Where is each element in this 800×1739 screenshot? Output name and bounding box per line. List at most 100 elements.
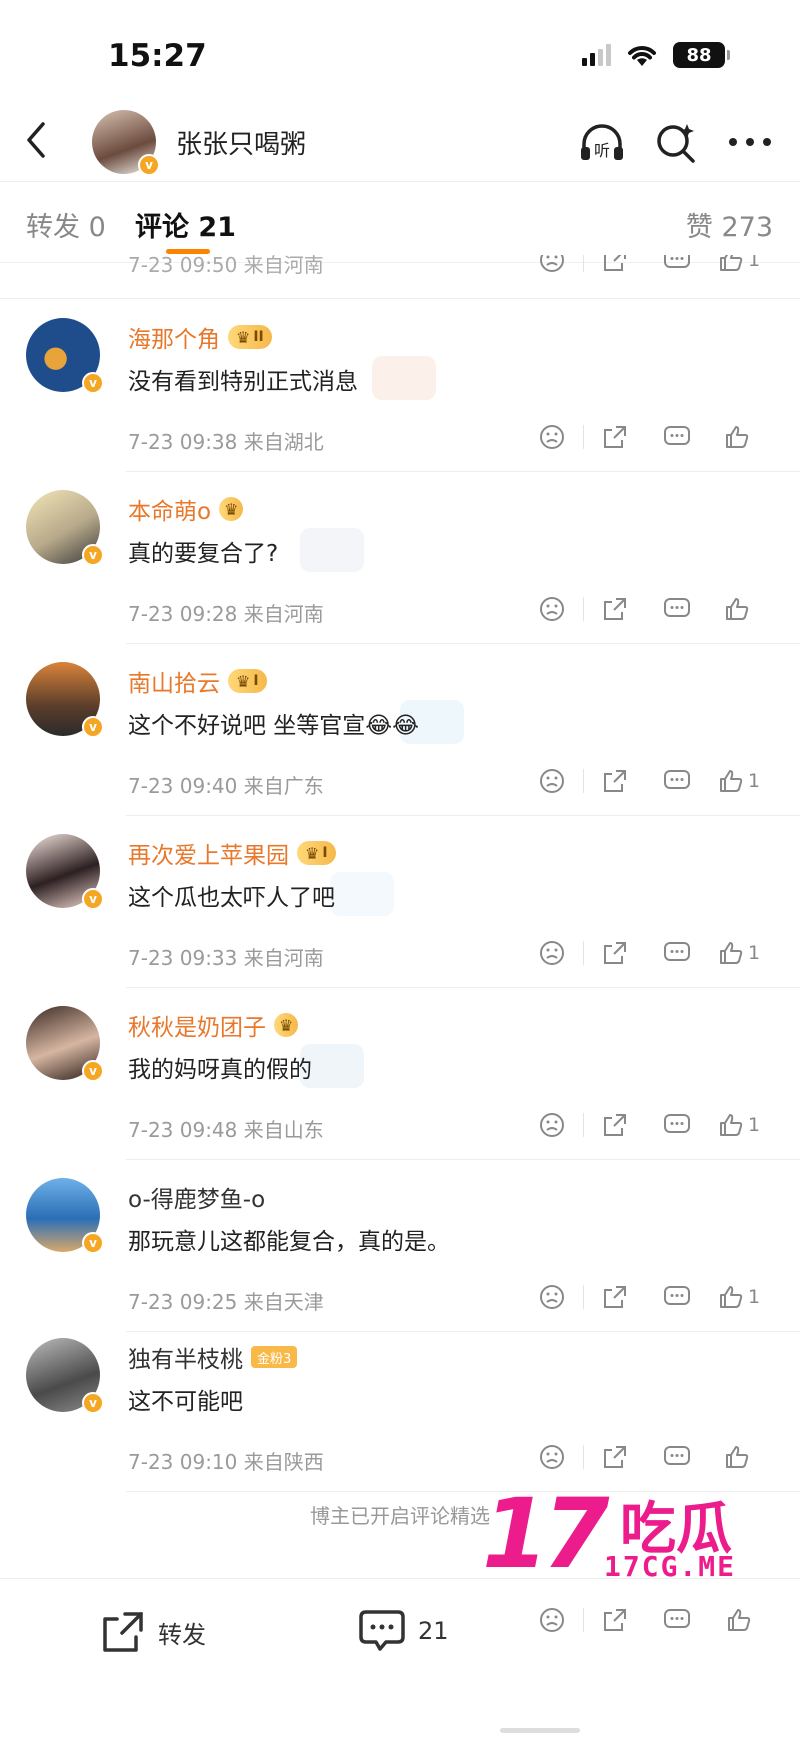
comment-item[interactable]: v 再次爱上苹果园 ♛ I 这个瓜也太吓人了吧 7-23 09:33 来自河南 1 [0, 816, 800, 988]
reply-button[interactable] [646, 936, 708, 970]
vip-level-badge: ♛ II [228, 325, 272, 349]
bottom-extra-actions [521, 1603, 770, 1637]
dislike-button[interactable] [521, 255, 583, 277]
reply-button[interactable] [646, 1108, 708, 1142]
commenter-name-row: 海那个角 ♛ II [128, 320, 272, 354]
dislike-button[interactable] [521, 936, 583, 970]
like-button[interactable] [708, 420, 770, 454]
commenter-name[interactable]: 本命萌o [128, 492, 211, 526]
repost-button[interactable]: 转发 [100, 1609, 206, 1655]
commenter-name-row: 再次爱上苹果园 ♛ I [128, 836, 336, 870]
tab-like[interactable]: 赞 273 [686, 205, 773, 244]
comment-item[interactable]: v 秋秋是奶团子 ♛ 我的妈呀真的假的 7-23 09:48 来自山东 1 [0, 988, 800, 1160]
comment-meta: 7-23 09:28 来自河南 [128, 602, 324, 626]
share-icon [604, 942, 626, 964]
comment-meta: 7-23 09:10 来自陕西 [128, 1450, 324, 1474]
search-button[interactable] [652, 118, 700, 166]
dislike-button[interactable] [521, 1603, 583, 1637]
like-button[interactable] [708, 1440, 770, 1474]
commenter-avatar[interactable]: v [26, 1006, 104, 1082]
comment-item[interactable]: v o-得鹿梦鱼-o 那玩意儿这都能复合，真的是。 7-23 09:25 来自天… [0, 1160, 800, 1332]
like-button[interactable]: 1 [708, 936, 770, 970]
author-name[interactable]: 张张只喝粥 [176, 124, 306, 161]
reply-button[interactable] [646, 1280, 708, 1314]
share-button[interactable] [584, 420, 646, 454]
reply-button[interactable] [646, 1440, 708, 1474]
comment-actions [521, 1440, 770, 1474]
dislike-button[interactable] [521, 1440, 583, 1474]
dislike-button[interactable] [521, 764, 583, 798]
reply-button[interactable] [646, 255, 708, 277]
verified-badge-icon: v [138, 154, 160, 176]
like-button[interactable]: 1 [708, 255, 770, 277]
comment-button[interactable]: 21 [358, 1609, 449, 1653]
like-button[interactable]: 1 [708, 764, 770, 798]
bottom-action-bar: 转发 21 [0, 1578, 800, 1678]
reply-button[interactable] [646, 420, 708, 454]
more-button[interactable] [726, 118, 774, 166]
comment-actions: 1 [521, 255, 770, 277]
like-count: 1 [747, 1114, 761, 1136]
like-button[interactable]: 1 [708, 1280, 770, 1314]
verified-badge-icon: v [82, 544, 104, 566]
tab-repost[interactable]: 转发 0 [26, 205, 106, 244]
comment-item[interactable]: v 南山拾云 ♛ I 这个不好说吧 坐等官宣😂😂 7-23 09:40 来自广东 … [0, 644, 800, 816]
comment-actions: 1 [521, 1280, 770, 1314]
commenter-name[interactable]: 独有半枝桃 [128, 1340, 243, 1374]
commenter-avatar[interactable]: v [26, 1338, 104, 1414]
author-avatar[interactable]: v [92, 110, 160, 176]
reply-button[interactable] [646, 764, 708, 798]
comment-bubble-icon [359, 1610, 405, 1651]
like-button[interactable]: 1 [708, 1108, 770, 1142]
commenter-avatar[interactable]: v [26, 834, 104, 910]
comment-item[interactable]: v 本命萌o ♛ 真的要复合了? 7-23 09:28 来自河南 [0, 472, 800, 644]
reply-button[interactable] [646, 592, 708, 626]
watermark-url: 17CG.ME [604, 1550, 737, 1583]
commenter-name[interactable]: 海那个角 [128, 320, 220, 354]
commenter-name-row: 独有半枝桃 金粉3 [128, 1340, 298, 1374]
crown-icon: ♛ [305, 843, 320, 863]
dislike-button[interactable] [521, 592, 583, 626]
verified-badge-icon: v [82, 888, 104, 910]
commenter-avatar[interactable]: v [26, 662, 104, 738]
commenter-name[interactable]: 再次爱上苹果园 [128, 836, 289, 870]
tab-active-indicator [166, 249, 210, 254]
watermark-number: 17 [482, 1478, 610, 1590]
share-button[interactable] [584, 936, 646, 970]
nav-bar: v 张张只喝粥 听 [0, 100, 800, 182]
comment-icon [664, 426, 690, 445]
comment-text: 真的要复合了? [128, 541, 279, 567]
commenter-avatar[interactable]: v [26, 1178, 104, 1254]
commenter-avatar[interactable]: v [26, 490, 104, 566]
share-button[interactable] [584, 592, 646, 626]
nav-actions: 听 [578, 118, 774, 166]
share-button[interactable] [584, 1280, 646, 1314]
tab-comment[interactable]: 评论 21 [135, 205, 236, 244]
like-count: 1 [747, 770, 761, 792]
comment-meta: 7-23 09:33 来自河南 [128, 946, 324, 970]
comment-item[interactable]: v 独有半枝桃 金粉3 这不可能吧 7-23 09:10 来自陕西 [0, 1320, 800, 1492]
repost-label: 转发 [158, 1620, 206, 1649]
back-button[interactable] [14, 118, 58, 162]
commenter-name[interactable]: 秋秋是奶团子 [128, 1008, 266, 1042]
share-button[interactable] [584, 764, 646, 798]
battery-icon: 88 [673, 42, 730, 68]
share-button[interactable] [584, 1603, 646, 1637]
like-button[interactable] [708, 592, 770, 626]
comment-item[interactable]: v 海那个角 ♛ II 没有看到特别正式消息 7-23 09:38 来自湖北 [0, 300, 800, 472]
reply-button[interactable] [646, 1603, 708, 1637]
dislike-button[interactable] [521, 1280, 583, 1314]
commenter-avatar[interactable]: v [26, 318, 104, 394]
dislike-button[interactable] [521, 1108, 583, 1142]
comment-actions [521, 592, 770, 626]
thumbs-up-icon [726, 426, 749, 448]
dislike-button[interactable] [521, 420, 583, 454]
like-button[interactable] [708, 1603, 770, 1637]
share-button[interactable] [584, 1108, 646, 1142]
listen-button[interactable]: 听 [578, 118, 626, 166]
share-button[interactable] [584, 255, 646, 277]
commenter-name[interactable]: o-得鹿梦鱼-o [128, 1180, 265, 1214]
commenter-name[interactable]: 南山拾云 [128, 664, 220, 698]
vip-crown-badge: ♛ [274, 1013, 299, 1037]
share-button[interactable] [584, 1440, 646, 1474]
